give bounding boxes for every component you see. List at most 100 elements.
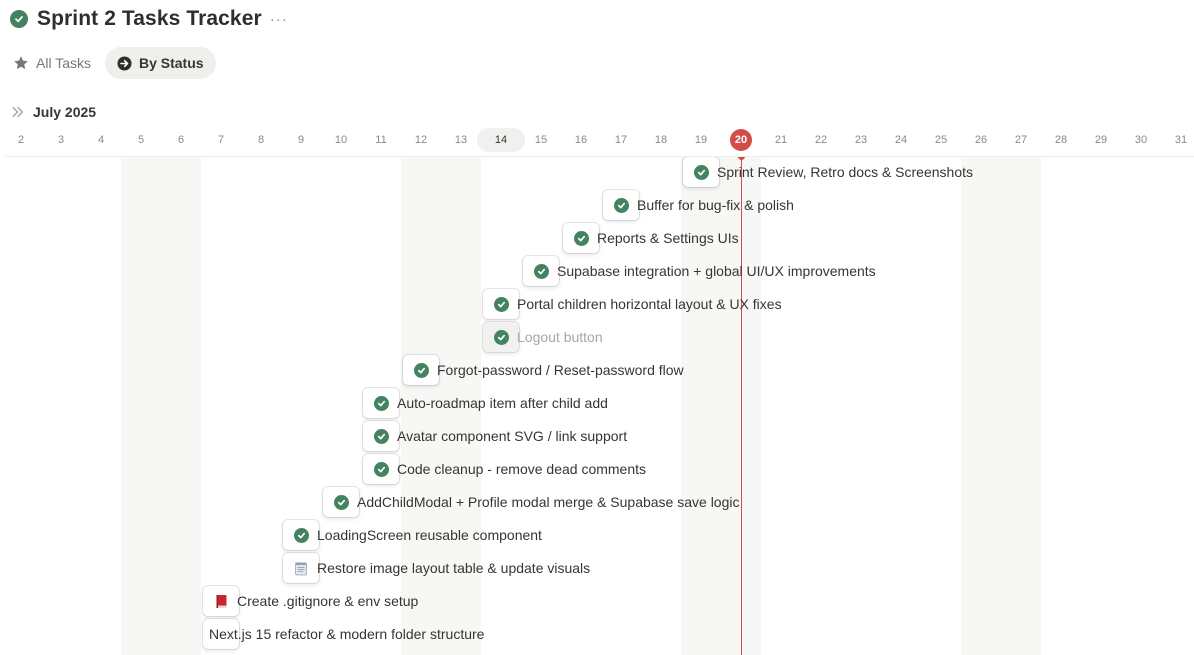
day-label: 27 xyxy=(1014,134,1028,146)
page-header: Sprint 2 Tasks Tracker ··· xyxy=(10,5,288,33)
task-card[interactable] xyxy=(483,322,519,352)
day-label: 30 xyxy=(1134,134,1148,146)
day-label: 29 xyxy=(1094,134,1108,146)
today-line xyxy=(741,157,742,655)
timeline-task[interactable]: LoadingScreen reusable component xyxy=(283,520,542,550)
check-circle-icon xyxy=(493,296,509,312)
timeline-task[interactable]: Auto-roadmap item after child add xyxy=(363,388,608,418)
task-card[interactable] xyxy=(483,289,519,319)
timeline-task[interactable]: AddChildModal + Profile modal merge & Su… xyxy=(323,487,740,517)
check-circle-icon xyxy=(373,428,389,444)
check-circle-icon xyxy=(10,10,28,28)
timeline-task[interactable]: Sprint Review, Retro docs & Screenshots xyxy=(683,157,973,187)
more-options-icon[interactable]: ··· xyxy=(270,11,288,28)
task-label: Sprint Review, Retro docs & Screenshots xyxy=(717,164,974,180)
task-label: Avatar component SVG / link support xyxy=(397,428,628,444)
timeline-task[interactable]: Portal children horizontal layout & UX f… xyxy=(483,289,782,319)
weekend-shade xyxy=(961,157,1041,655)
task-label: Reports & Settings UIs xyxy=(597,230,739,246)
timeline-task[interactable]: Code cleanup - remove dead comments xyxy=(363,454,646,484)
day-label: 8 xyxy=(257,134,265,146)
timeline-task[interactable]: Buffer for bug-fix & polish xyxy=(603,190,794,220)
task-label: Code cleanup - remove dead comments xyxy=(397,461,647,477)
day-label: 16 xyxy=(574,134,588,146)
red-book-icon xyxy=(215,594,228,609)
task-card[interactable] xyxy=(363,421,399,451)
timeline-task[interactable]: Restore image layout table & update visu… xyxy=(283,553,590,583)
task-card[interactable]: Next.js 15 refactor & modern folder stru… xyxy=(203,619,484,649)
tab-label: By Status xyxy=(138,55,204,71)
task-label: Supabase integration + global UI/UX impr… xyxy=(557,263,876,279)
day-label: 26 xyxy=(974,134,988,146)
task-card[interactable] xyxy=(203,586,239,616)
task-label: Forgot-password / Reset-password flow xyxy=(437,362,684,378)
tab-by-status[interactable]: By Status xyxy=(104,47,216,79)
day-label: 15 xyxy=(534,134,548,146)
day-label: 19 xyxy=(694,134,708,146)
timeline-task[interactable]: Next.js 15 refactor & modern folder stru… xyxy=(203,619,484,649)
task-card[interactable] xyxy=(283,553,319,583)
arrow-right-circle-icon xyxy=(117,55,132,71)
check-circle-icon xyxy=(333,494,349,510)
task-label: AddChildModal + Profile modal merge & Su… xyxy=(357,494,740,510)
day-label: 12 xyxy=(414,134,428,146)
check-circle-icon xyxy=(373,461,389,477)
timeline-task[interactable]: Supabase integration + global UI/UX impr… xyxy=(523,256,876,286)
day-label: 17 xyxy=(614,134,628,146)
month-header: July 2025 xyxy=(11,102,96,122)
timeline-task[interactable]: Forgot-password / Reset-password flow xyxy=(403,355,684,385)
day-label: 4 xyxy=(97,134,105,146)
check-circle-icon xyxy=(533,263,549,279)
check-circle-icon xyxy=(573,230,589,246)
task-label: Logout button xyxy=(517,329,603,345)
task-card[interactable] xyxy=(403,355,439,385)
day-label: 10 xyxy=(334,134,348,146)
star-icon xyxy=(13,55,29,71)
tab-all-tasks[interactable]: All Tasks xyxy=(5,47,101,79)
timeline-grid: Sprint Review, Retro docs & Screenshots B… xyxy=(5,157,1194,655)
task-card[interactable] xyxy=(563,223,599,253)
day-label: 24 xyxy=(894,134,908,146)
task-card[interactable] xyxy=(603,190,639,220)
day-label: 13 xyxy=(454,134,468,146)
day-label: 3 xyxy=(57,134,65,146)
day-label: 7 xyxy=(217,134,225,146)
day-label: 9 xyxy=(297,134,305,146)
timeline-task[interactable]: Avatar component SVG / link support xyxy=(363,421,627,451)
task-label: Portal children horizontal layout & UX f… xyxy=(517,296,782,312)
day-label: 23 xyxy=(854,134,868,146)
timeline-task[interactable]: Reports & Settings UIs xyxy=(563,223,739,253)
task-card[interactable] xyxy=(363,388,399,418)
task-card[interactable] xyxy=(363,454,399,484)
day-label: 25 xyxy=(934,134,948,146)
check-circle-icon xyxy=(413,362,429,378)
task-card[interactable] xyxy=(283,520,319,550)
day-label: 2 xyxy=(17,134,25,146)
check-circle-icon xyxy=(613,197,629,213)
timeline-task[interactable]: Create .gitignore & env setup xyxy=(203,586,418,616)
weekend-shade xyxy=(121,157,201,655)
double-chevron-right-icon[interactable] xyxy=(11,106,25,118)
day-label: 14 xyxy=(477,128,525,152)
notepad-icon xyxy=(294,561,308,576)
day-label: 5 xyxy=(137,134,145,146)
task-label: Next.js 15 refactor & modern folder stru… xyxy=(209,626,485,642)
task-card[interactable] xyxy=(683,157,719,187)
day-label: 28 xyxy=(1054,134,1068,146)
timeline-task[interactable]: Logout button xyxy=(483,322,603,352)
task-card[interactable] xyxy=(323,487,359,517)
task-label: LoadingScreen reusable component xyxy=(317,527,542,543)
check-circle-icon xyxy=(373,395,389,411)
day-label: 22 xyxy=(814,134,828,146)
day-today-marker: 20 xyxy=(730,129,752,151)
task-label: Restore image layout table & update visu… xyxy=(317,560,591,576)
day-header: 2 3 4 5 6 7 8 9 10 11 12 13 14 15 16 17 18 19 20 21 22 23 24 25… xyxy=(0,128,1194,152)
day-label: 31 xyxy=(1174,134,1188,146)
month-label: July 2025 xyxy=(33,104,97,120)
task-label: Buffer for bug-fix & polish xyxy=(637,197,794,213)
tab-label: All Tasks xyxy=(36,55,91,71)
task-card[interactable] xyxy=(523,256,559,286)
task-label: Auto-roadmap item after child add xyxy=(397,395,608,411)
check-circle-icon xyxy=(493,329,509,345)
day-label: 6 xyxy=(177,134,185,146)
